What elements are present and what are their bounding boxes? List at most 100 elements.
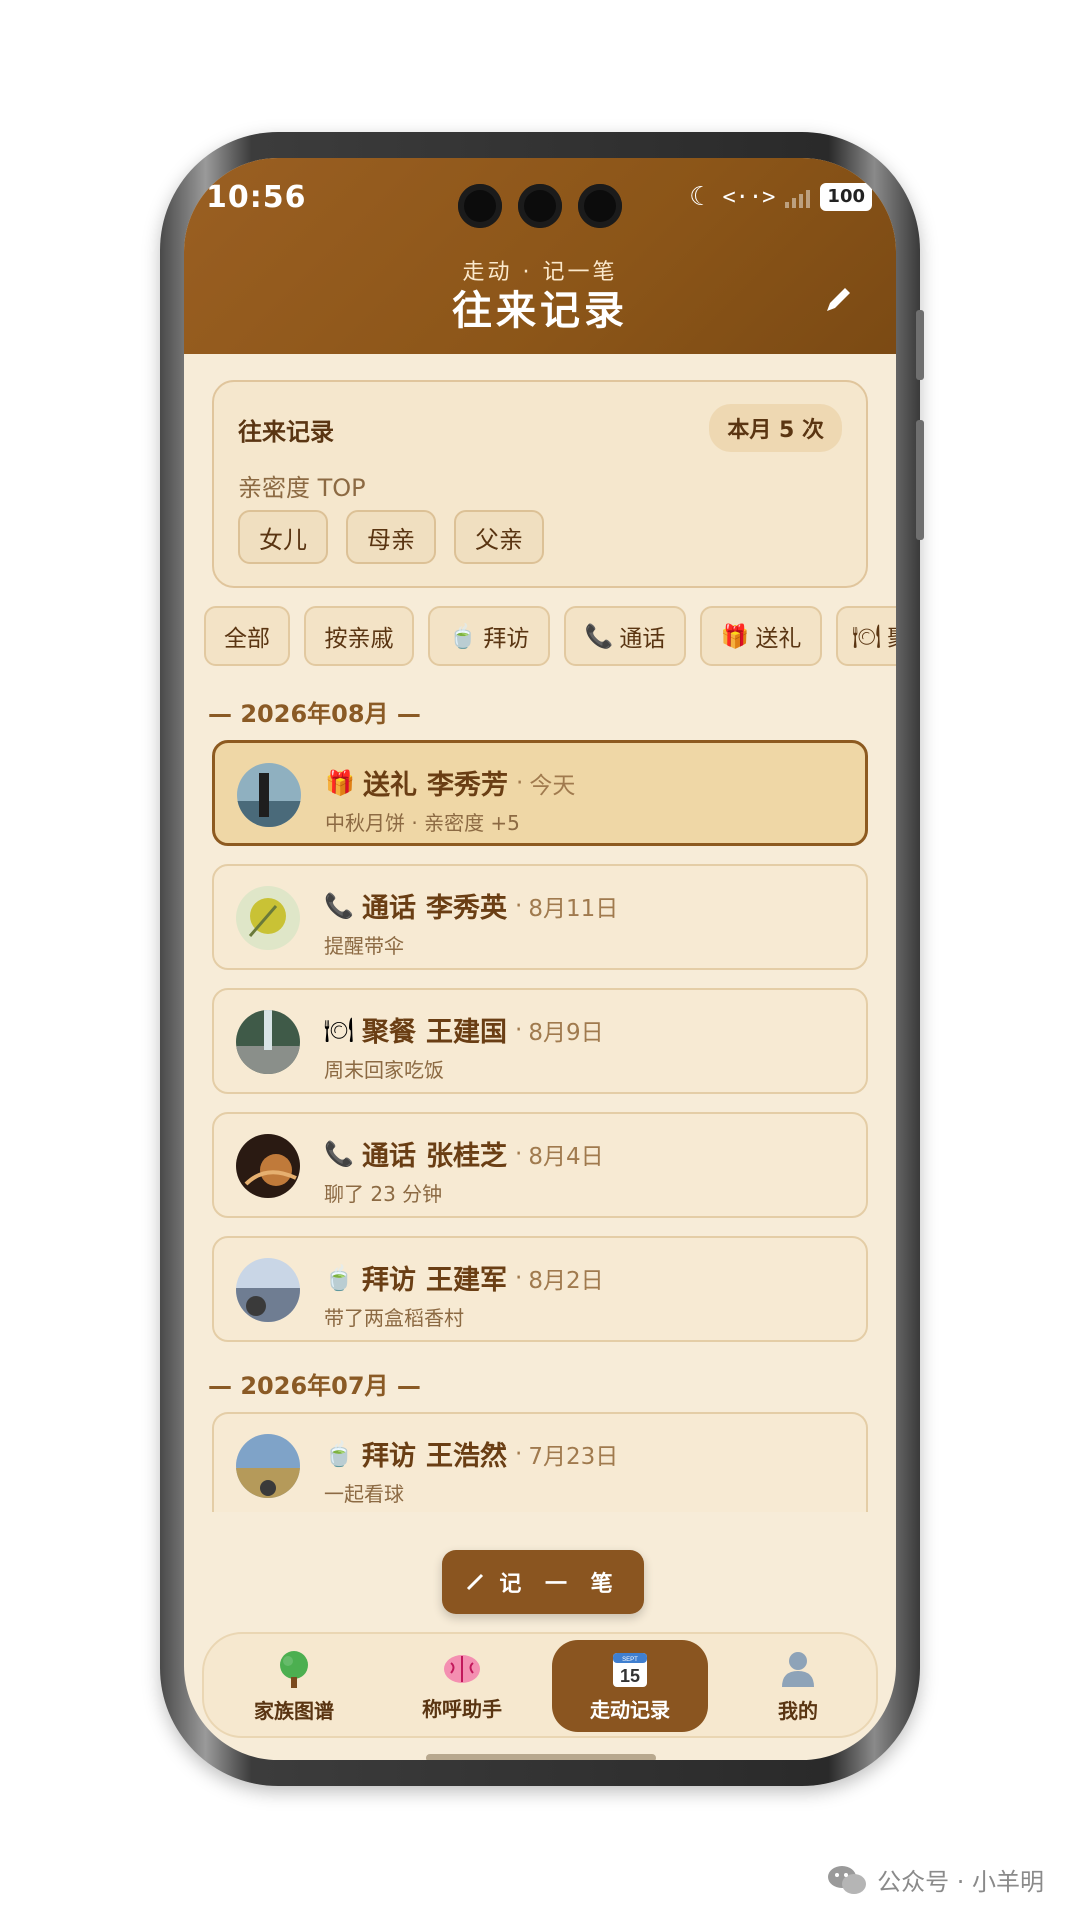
record-type: 通话	[362, 1141, 416, 1172]
filter-gift[interactable]: 🎁 送礼	[700, 606, 822, 666]
home-indicator[interactable]	[426, 1754, 656, 1760]
camera-dot	[518, 184, 562, 228]
phone-icon: 📞	[324, 1139, 354, 1168]
tab-label: 家族图谱	[254, 1698, 334, 1723]
svg-text:SEPT: SEPT	[622, 1657, 638, 1663]
filter-label: 通话	[619, 626, 666, 652]
record-card[interactable]: 🍽 聚餐 王建国 · 8月9日 周末回家吃饭	[212, 988, 868, 1094]
record-name: 王建军	[426, 1265, 507, 1296]
brain-icon	[444, 1654, 480, 1683]
record-type: 送礼	[363, 770, 417, 801]
record-name: 王建国	[426, 1017, 507, 1048]
side-button	[916, 420, 924, 540]
record-note: 提醒带伞	[324, 934, 404, 958]
tab-visit-records[interactable]: SEPT 15 走动记录	[552, 1640, 708, 1732]
person-icon	[782, 1651, 814, 1687]
add-record-button[interactable]: 记 一 笔	[442, 1550, 644, 1614]
wechat-icon	[828, 1865, 867, 1894]
record-date: 8月11日	[528, 895, 619, 922]
edit-button[interactable]	[818, 280, 858, 320]
filter-label: 拜访	[483, 626, 530, 652]
avatar	[236, 1258, 300, 1322]
phone-icon: 📞	[584, 623, 614, 650]
camera-dot	[458, 184, 502, 228]
app-header: 10:56 ☾ <··> 100 走动 · 记一笔 往来记录	[184, 158, 896, 354]
filter-call[interactable]: 📞 通话	[564, 606, 686, 666]
avatar	[236, 1134, 300, 1198]
relative-chip[interactable]: 父亲	[454, 510, 544, 564]
filter-label: 聚	[887, 619, 896, 653]
relative-chip[interactable]: 母亲	[346, 510, 436, 564]
screen: 10:56 ☾ <··> 100 走动 · 记一笔 往来记录 往来记录 本月 5…	[184, 158, 896, 1760]
svg-text:15: 15	[620, 1666, 640, 1686]
record-date: 8月2日	[528, 1267, 604, 1294]
data-icon: <··>	[722, 184, 776, 210]
intimacy-top-label: 亲密度 TOP	[238, 474, 366, 502]
tab-me[interactable]: 我的	[720, 1640, 876, 1732]
record-note: 带了两盒稻香村	[324, 1306, 464, 1330]
avatar	[237, 763, 301, 827]
filter-label: 按亲戚	[324, 626, 394, 652]
record-date: 7月23日	[528, 1443, 619, 1470]
filter-by-relative[interactable]: 按亲戚	[304, 606, 414, 666]
status-icons: ☾ <··> 100	[689, 182, 872, 212]
relative-chip[interactable]: 女儿	[238, 510, 328, 564]
bottom-tab-bar: 家族图谱 称呼助手 SEPT 15 走动记录 我的	[202, 1632, 878, 1738]
record-name: 李秀芳	[427, 770, 508, 801]
tea-icon: 🍵	[324, 1263, 354, 1292]
page-title: 往来记录	[452, 288, 628, 334]
avatar	[236, 1010, 300, 1074]
month-header: — 2026年08月 —	[208, 700, 421, 728]
summary-card: 往来记录 本月 5 次 亲密度 TOP 女儿 母亲 父亲	[212, 380, 868, 588]
calendar-icon: SEPT 15	[613, 1652, 647, 1687]
plate-icon: 🍽	[852, 623, 882, 650]
tab-address-helper[interactable]: 称呼助手	[384, 1640, 540, 1732]
record-name: 李秀英	[426, 893, 507, 924]
record-card[interactable]: 🍵 拜访 王建军 · 8月2日 带了两盒稻香村	[212, 1236, 868, 1342]
record-type: 聚餐	[362, 1017, 416, 1048]
record-type: 拜访	[362, 1441, 416, 1472]
phone-icon: 📞	[324, 891, 354, 920]
tea-icon: 🍵	[448, 623, 478, 650]
record-note: 周末回家吃饭	[324, 1058, 444, 1082]
filter-visit[interactable]: 🍵 拜访	[428, 606, 550, 666]
battery-icon: 100	[820, 183, 872, 211]
record-card[interactable]: 📞 通话 李秀英 · 8月11日 提醒带伞	[212, 864, 868, 970]
record-name: 王浩然	[426, 1441, 507, 1472]
status-time: 10:56	[206, 180, 307, 215]
watermark-text: 公众号 · 小羊明	[877, 1868, 1044, 1896]
tree-icon	[280, 1650, 308, 1688]
tab-label: 我的	[778, 1698, 818, 1723]
pencil-icon	[467, 1573, 484, 1591]
signal-icon	[785, 186, 811, 208]
record-card[interactable]: 🍵 拜访 王浩然 · 7月23日 一起看球	[212, 1412, 868, 1512]
pencil-icon	[827, 288, 850, 311]
filter-label: 全部	[224, 626, 270, 652]
record-type: 拜访	[362, 1265, 416, 1296]
avatar	[236, 886, 300, 950]
volume-button	[916, 310, 924, 380]
record-note: 一起看球	[324, 1482, 404, 1506]
watermark: 公众号 · 小羊明	[827, 1862, 1044, 1897]
plate-icon: 🍽	[323, 1015, 355, 1044]
moon-icon: ☾	[689, 182, 713, 212]
tab-label: 走动记录	[590, 1697, 670, 1722]
record-card[interactable]: 📞 通话 张桂芝 · 8月4日 聊了 23 分钟	[212, 1112, 868, 1218]
record-name: 张桂芝	[426, 1141, 507, 1172]
tab-family-tree[interactable]: 家族图谱	[216, 1640, 372, 1732]
record-date: 8月9日	[528, 1019, 604, 1046]
gift-icon: 🎁	[325, 768, 355, 797]
filter-label: 送礼	[755, 626, 802, 652]
avatar	[236, 1434, 300, 1498]
month-header: — 2026年07月 —	[208, 1372, 421, 1400]
record-note: 聊了 23 分钟	[324, 1182, 443, 1206]
tea-icon: 🍵	[324, 1439, 354, 1468]
record-card[interactable]: 🎁 送礼 李秀芳 · 今天 中秋月饼 · 亲密度 +5	[212, 740, 868, 846]
filter-dinner[interactable]: 🍽聚	[836, 606, 896, 666]
filter-all[interactable]: 全部	[204, 606, 290, 666]
tab-label: 称呼助手	[422, 1696, 502, 1721]
month-count-badge: 本月 5 次	[709, 404, 842, 452]
add-record-label: 记 一 笔	[499, 1572, 621, 1597]
summary-title: 往来记录	[238, 418, 334, 446]
record-note: 中秋月饼 · 亲密度 +5	[325, 811, 520, 835]
